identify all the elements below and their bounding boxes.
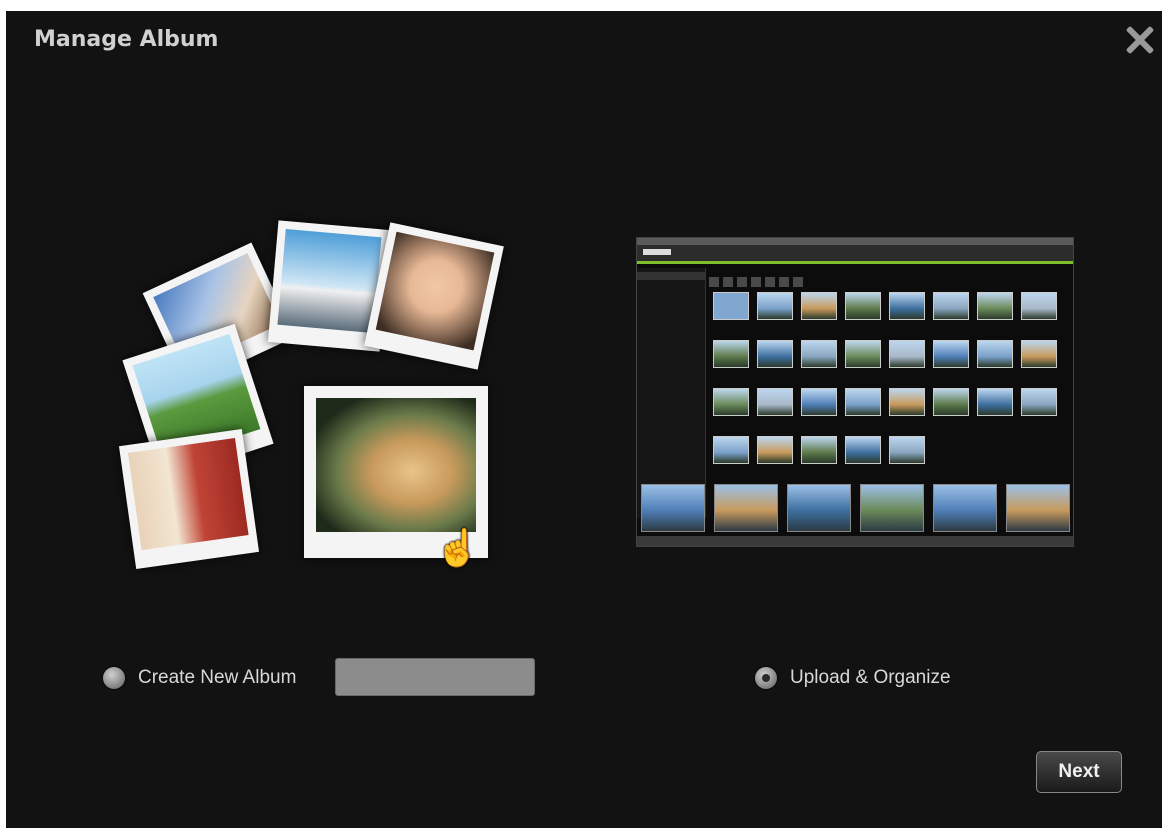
thumbnail <box>801 388 837 416</box>
thumbnail <box>977 340 1013 368</box>
filmstrip-thumbnail <box>860 484 924 532</box>
create-album-illustration: ☝ <box>111 211 504 591</box>
filmstrip-thumbnail <box>1006 484 1070 532</box>
filmstrip-thumbnail <box>787 484 851 532</box>
thumbnail <box>933 292 969 320</box>
thumbnail <box>713 292 749 320</box>
thumbnail <box>845 292 881 320</box>
dialog-title: Manage Album <box>34 27 219 52</box>
thumbnail <box>933 388 969 416</box>
thumbnail <box>1021 340 1057 368</box>
filmstrip-thumbnail <box>714 484 778 532</box>
close-icon[interactable] <box>1122 23 1156 57</box>
thumbnail <box>757 340 793 368</box>
upload-organize-radio[interactable] <box>755 667 777 689</box>
thumbnail <box>757 292 793 320</box>
thumbnail <box>845 388 881 416</box>
next-button[interactable]: Next <box>1036 751 1122 793</box>
create-new-album-option[interactable]: Create New Album <box>103 667 296 689</box>
thumbnail <box>801 292 837 320</box>
upload-organize-label: Upload & Organize <box>790 667 951 688</box>
filmstrip <box>641 484 1071 532</box>
thumbnail <box>713 388 749 416</box>
upload-organize-illustration <box>636 237 1074 547</box>
thumbnail <box>801 340 837 368</box>
create-new-album-radio[interactable] <box>103 667 125 689</box>
thumbnail <box>757 436 793 464</box>
thumbnail <box>713 436 749 464</box>
thumbnail <box>801 436 837 464</box>
thumbnail <box>889 292 925 320</box>
photo-polaroid <box>364 222 504 370</box>
thumbnail <box>713 340 749 368</box>
manage-album-dialog: Manage Album ☝ Create New Album Upload &… <box>6 11 1162 828</box>
photo-polaroid <box>118 428 260 570</box>
filmstrip-thumbnail <box>641 484 705 532</box>
thumbnail <box>977 292 1013 320</box>
album-name-input[interactable] <box>335 658 535 696</box>
thumbnail <box>889 340 925 368</box>
thumbnail <box>933 340 969 368</box>
thumbnail <box>1021 388 1057 416</box>
upload-organize-option[interactable]: Upload & Organize <box>755 667 951 689</box>
thumbnail <box>845 340 881 368</box>
thumbnail <box>1021 292 1057 320</box>
filmstrip-thumbnail <box>933 484 997 532</box>
thumbnail <box>889 388 925 416</box>
thumbnail <box>977 388 1013 416</box>
create-new-album-label: Create New Album <box>138 667 297 688</box>
hand-cursor-icon: ☝ <box>435 527 480 568</box>
thumbnail <box>889 436 925 464</box>
thumbnail <box>845 436 881 464</box>
thumbnail <box>757 388 793 416</box>
